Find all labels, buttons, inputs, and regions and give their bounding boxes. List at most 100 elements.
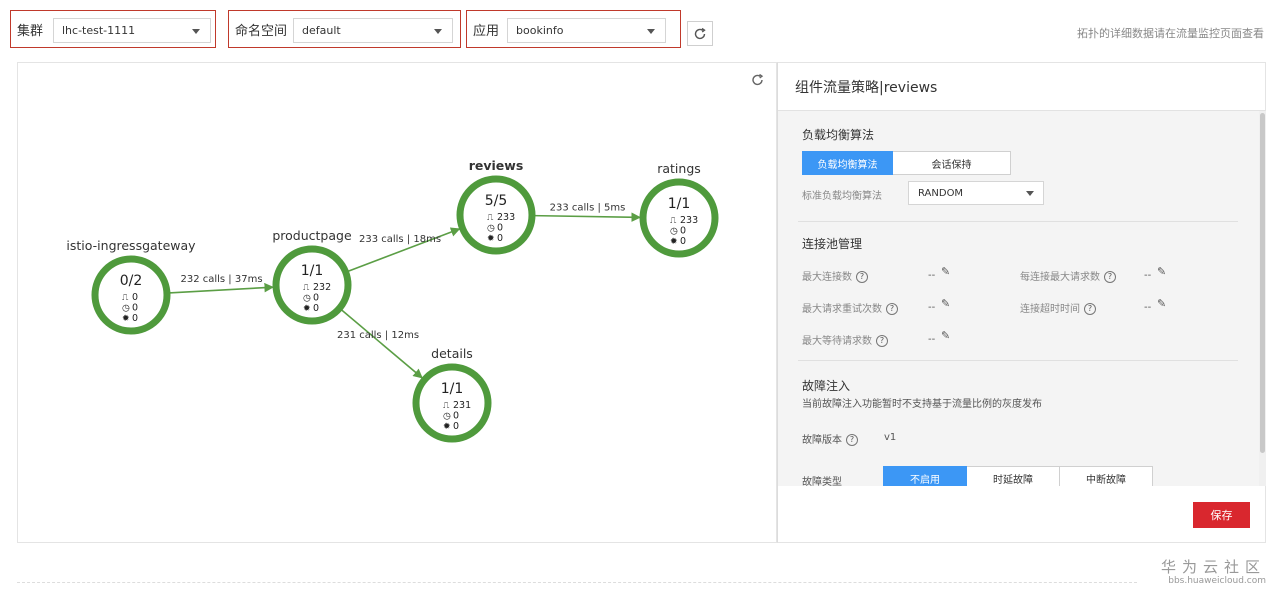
pool-section-title: 连接池管理 bbox=[802, 237, 863, 251]
node-name: details bbox=[431, 346, 473, 361]
edit-icon[interactable]: ✎ bbox=[941, 329, 950, 342]
requests-icon: ⎍ bbox=[443, 401, 450, 411]
node-name: ratings bbox=[657, 161, 701, 176]
node-metric-value: 232 bbox=[313, 282, 331, 293]
edge-line[interactable] bbox=[168, 282, 275, 294]
requests-icon: ⎍ bbox=[670, 216, 677, 226]
help-icon[interactable]: ? bbox=[1104, 271, 1116, 283]
clock-icon: ◷ bbox=[443, 412, 451, 422]
node-metric-value: 0 bbox=[132, 292, 138, 303]
graph-refresh-icon[interactable] bbox=[752, 73, 764, 86]
help-icon[interactable]: ? bbox=[846, 434, 858, 446]
node-instance-ratio: 1/1 bbox=[668, 196, 691, 212]
fault-type-label: 故障类型 bbox=[802, 477, 842, 486]
node-metric-value: 0 bbox=[313, 303, 319, 314]
node-instance-ratio: 1/1 bbox=[441, 381, 464, 397]
tab-load-balancing[interactable]: 负载均衡算法 bbox=[802, 151, 893, 175]
edit-icon[interactable]: ✎ bbox=[1157, 265, 1166, 278]
node-ring bbox=[412, 363, 492, 443]
edge-line[interactable] bbox=[533, 212, 641, 223]
service-node-rv[interactable]: reviews 5/5 ⎍ 233◷ 0✹ 0 bbox=[456, 158, 536, 255]
edit-icon[interactable]: ✎ bbox=[941, 297, 950, 310]
node-metric-value: 0 bbox=[453, 411, 459, 422]
lb-section-title: 负载均衡算法 bbox=[802, 128, 875, 142]
node-ring bbox=[272, 245, 352, 325]
cluster-select[interactable]: lhc-test-1111 bbox=[53, 18, 211, 43]
edge-label: 233 calls | 5ms bbox=[550, 203, 626, 214]
node-metric-value: 0 bbox=[497, 223, 503, 234]
field-value: -- bbox=[928, 334, 936, 345]
cluster-value: lhc-test-1111 bbox=[62, 24, 136, 37]
service-node-pp[interactable]: productpage 1/1 ⎍ 232◷ 0✹ 0 bbox=[272, 228, 352, 325]
refresh-icon bbox=[694, 27, 706, 39]
field-value: -- bbox=[1144, 270, 1152, 281]
bug-icon: ✹ bbox=[487, 234, 495, 244]
watermark-logo-text: 华为云社区 bbox=[1160, 558, 1266, 576]
panel-scrollbar[interactable] bbox=[1259, 111, 1266, 486]
field-value: -- bbox=[928, 270, 936, 281]
help-icon[interactable]: ? bbox=[876, 335, 888, 347]
fault-version-label: 故障版本? bbox=[802, 431, 858, 446]
bug-icon: ✹ bbox=[443, 422, 451, 432]
divider bbox=[798, 221, 1238, 222]
namespace-select[interactable]: default bbox=[293, 18, 453, 43]
field-label: 最大请求重试次数 bbox=[802, 304, 882, 315]
node-metric-value: 233 bbox=[497, 212, 515, 223]
node-metric-value: 0 bbox=[313, 293, 319, 304]
service-node-rt[interactable]: ratings 1/1 ⎍ 233◷ 0✹ 0 bbox=[639, 161, 719, 258]
fault-type-tabs: 不启用 时延故障 中断故障 bbox=[883, 466, 1153, 486]
divider bbox=[798, 360, 1238, 361]
tab-fault-abort[interactable]: 中断故障 bbox=[1060, 466, 1153, 486]
topology-graph: 232 calls | 37ms 233 calls | 18ms 233 call… bbox=[66, 73, 764, 443]
node-name: productpage bbox=[272, 228, 352, 243]
field-label: 最大等待请求数 bbox=[802, 336, 872, 347]
edge-label: 232 calls | 37ms bbox=[180, 274, 262, 285]
traffic-policy-panel: 组件流量策略|reviews 负载均衡算法 负载均衡算法 会话保持 标准负载均衡… bbox=[777, 62, 1266, 543]
app-select[interactable]: bookinfo bbox=[507, 18, 666, 43]
edit-icon[interactable]: ✎ bbox=[941, 265, 950, 278]
bottom-divider bbox=[17, 582, 1137, 583]
node-metric-value: 0 bbox=[132, 303, 138, 314]
node-metric-value: 0 bbox=[497, 233, 503, 244]
service-node-gw[interactable]: istio-ingressgateway0/2⎍ 0◷ 0✹ 0 bbox=[66, 238, 196, 335]
node-instance-ratio: 0/2 bbox=[120, 273, 143, 289]
node-ring bbox=[639, 178, 719, 258]
help-icon[interactable]: ? bbox=[886, 303, 898, 315]
tab-session-affinity[interactable]: 会话保持 bbox=[893, 151, 1011, 175]
help-icon[interactable]: ? bbox=[856, 271, 868, 283]
edge-label: 231 calls | 12ms bbox=[337, 330, 419, 341]
node-name: istio-ingressgateway bbox=[66, 238, 196, 253]
node-name: reviews bbox=[469, 158, 524, 173]
edit-icon[interactable]: ✎ bbox=[1157, 297, 1166, 310]
help-icon[interactable]: ? bbox=[1084, 303, 1096, 315]
tab-fault-delay[interactable]: 时延故障 bbox=[967, 466, 1060, 486]
cluster-filter: 集群 lhc-test-1111 bbox=[10, 10, 216, 48]
lb-algo-value: RANDOM bbox=[918, 187, 964, 199]
edge-line[interactable] bbox=[340, 308, 423, 379]
field-label: 每连接最大请求数 bbox=[1020, 272, 1100, 283]
save-button[interactable]: 保存 bbox=[1193, 502, 1250, 528]
scrollbar-thumb[interactable] bbox=[1260, 113, 1265, 453]
node-instance-ratio: 1/1 bbox=[301, 263, 324, 279]
requests-icon: ⎍ bbox=[487, 213, 494, 223]
app-value: bookinfo bbox=[516, 24, 564, 37]
bug-icon: ✹ bbox=[670, 237, 678, 247]
chevron-down-icon bbox=[1026, 191, 1034, 196]
tab-fault-disabled[interactable]: 不启用 bbox=[883, 466, 967, 486]
refresh-button[interactable] bbox=[687, 21, 713, 46]
namespace-value: default bbox=[302, 24, 341, 37]
app-label: 应用 bbox=[473, 23, 500, 39]
clock-icon: ◷ bbox=[487, 224, 495, 234]
topology-graph-panel: 232 calls | 37ms 233 calls | 18ms 233 call… bbox=[17, 62, 777, 543]
node-metric-value: 233 bbox=[680, 215, 698, 226]
field-max-pending: 最大等待请求数? bbox=[802, 332, 888, 347]
clock-icon: ◷ bbox=[303, 294, 311, 304]
field-label: 连接超时时间 bbox=[1020, 304, 1080, 315]
service-node-dt[interactable]: details 1/1 ⎍ 231◷ 0✹ 0 bbox=[412, 346, 492, 443]
node-metric-value: 0 bbox=[453, 421, 459, 432]
lb-algo-select[interactable]: RANDOM bbox=[908, 181, 1044, 205]
lb-tabs: 负载均衡算法 会话保持 bbox=[802, 151, 1011, 175]
clock-icon: ◷ bbox=[122, 304, 130, 314]
field-value: -- bbox=[928, 302, 936, 313]
node-ring bbox=[91, 255, 171, 335]
